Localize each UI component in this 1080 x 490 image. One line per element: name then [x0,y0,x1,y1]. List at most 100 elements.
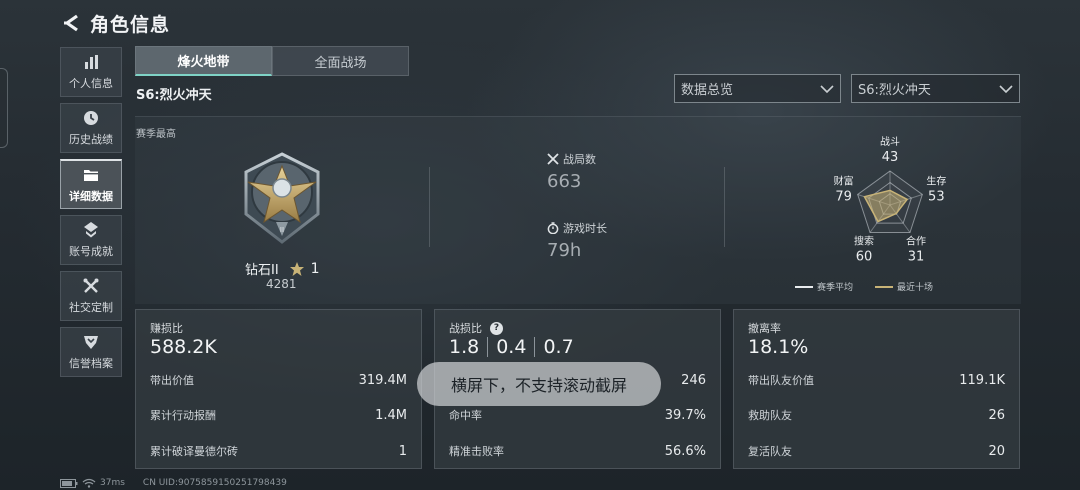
radar-axis-label: 搜索 [854,235,874,248]
chevron-down-icon [999,84,1013,93]
combat-label-row: 战损比 ? [449,320,503,336]
rank-star-count: 1 [310,260,320,277]
card-row: 累计破译曼德尔砖 1 [150,442,407,460]
history-clock-icon [84,111,98,125]
crossed-swords-icon [547,153,559,165]
card-row: 命中率 39.7% [449,406,706,424]
folder-icon [84,169,98,181]
edge-handle[interactable] [0,68,8,148]
row-value: 246 [681,372,706,388]
chevron-down-icon [820,84,834,93]
row-value: 56.6% [664,443,706,459]
chevron-left-icon[interactable] [62,13,82,33]
row-value: 1 [398,443,407,459]
sidebar-item-label: 社交定制 [69,301,113,314]
radar-axis-label: 战斗 [880,136,900,148]
row-label: 命中率 [449,409,482,422]
profit-label: 赚损比 [150,322,183,335]
card-row: 带出价值 319.4M [150,371,407,389]
ratio-separator [487,337,489,357]
matches-value: 663 [547,171,582,192]
combat-label: 战损比 [449,322,482,335]
row-value: 319.4M [358,372,407,388]
ratio-value: 1.8 [449,336,480,358]
row-label: 带出价值 [150,374,194,387]
status-footer: 37ms CN UID:9075859150251798439 [60,478,287,488]
legend-swatch-recent [875,285,894,288]
shield-icon [84,336,98,349]
view-select[interactable]: 数据总览 [674,74,841,103]
star-icon [289,261,304,276]
radar-chart: 战斗 43 生存 53 合作 31 搜索 60 财富 79 [834,136,947,265]
page-header: 角色信息 [62,10,170,36]
screenshot-toast: 横屏下，不支持滚动截屏 [417,362,661,406]
radar-axis-label: 生存 [926,174,946,187]
uid-text: CN UID:9075859150251798439 [142,478,287,488]
sidebar: 个人信息 历史战绩 详细数据 账号成就 社交定制 信誉档案 [60,47,122,383]
overview-panel: 赛季最高 II 钻石II 1 4281 战局数 663 游戏时长 79h 战斗 4… [135,116,1021,304]
battery-icon [60,478,78,488]
page-title: 角色信息 [90,13,171,36]
rank-badge-icon: II [244,152,320,244]
tab-full-battlefield[interactable]: 全面战场 [272,46,409,76]
combat-ratios: 1.8 0.4 0.7 [449,336,574,358]
profit-value: 588.2K [150,336,217,358]
sidebar-item-detailed-data[interactable]: 详细数据 [60,159,122,209]
help-icon[interactable]: ? [490,321,503,335]
sidebar-item-social[interactable]: 社交定制 [60,271,122,321]
tab-hazard-zone[interactable]: 烽火地带 [135,46,272,76]
row-label: 带出队友价值 [748,374,814,387]
legend-label-recent: 最近十场 [897,283,934,293]
row-label: 救助队友 [748,409,792,422]
row-label: 累计行动报酬 [150,409,216,422]
bar-chart-icon [85,55,98,69]
radar-axis-value: 31 [908,250,925,265]
divider [429,167,430,247]
achievement-icon [84,222,98,238]
radar-axis-value: 43 [882,150,899,165]
chart-legend: 赛季平均 最近十场 [795,280,933,293]
row-label: 复活队友 [748,445,792,458]
season-select[interactable]: S6:烈火冲天 [851,74,1020,103]
matches-stat: 战局数 663 [547,151,596,192]
row-label: 精准击败率 [449,445,504,458]
row-value: 1.4M [375,407,407,423]
extract-card: 撤离率 18.1% 带出队友价值 119.1K 救助队友 26 复活队友 20 [733,309,1020,469]
ratio-value: 0.7 [543,336,574,358]
sidebar-item-credit[interactable]: 信誉档案 [60,327,122,377]
extract-value: 18.1% [748,336,809,358]
profit-card: 赚损比 588.2K 带出价值 319.4M 累计行动报酬 1.4M 累计破译曼… [135,309,422,469]
season-select-value: S6:烈火冲天 [858,83,931,98]
sidebar-item-history[interactable]: 历史战绩 [60,103,122,153]
radar-axis-label: 合作 [906,235,926,248]
stopwatch-icon [547,222,559,234]
row-value: 20 [988,443,1005,459]
sidebar-item-label: 账号成就 [69,245,113,258]
ping-value: 37ms [100,478,125,488]
sidebar-item-achievements[interactable]: 账号成就 [60,215,122,265]
radar-axis-value: 53 [928,189,945,204]
season-best-label: 赛季最高 [136,129,176,140]
card-row: 复活队友 20 [748,442,1005,460]
ratio-value: 0.4 [496,336,527,358]
row-label: 累计破译曼德尔砖 [150,445,238,458]
svg-text:II: II [280,226,284,234]
sidebar-item-personal-info[interactable]: 个人信息 [60,47,122,97]
sidebar-item-label: 详细数据 [69,189,113,203]
matches-label: 战局数 [563,153,596,166]
card-row: 救助队友 26 [748,406,1005,424]
radar-axis-value: 79 [835,189,852,204]
season-title: S6:烈火冲天 [136,88,212,103]
rank-score: 4281 [266,277,297,291]
row-value: 119.1K [959,372,1005,388]
card-row: 累计行动报酬 1.4M [150,406,407,424]
mode-tabs: 烽火地带 全面战场 [135,46,409,76]
legend-swatch-season [795,285,813,288]
card-row: 精准击败率 56.6% [449,442,706,460]
view-select-value: 数据总览 [681,83,734,98]
divider [724,167,725,247]
rank-name: 钻石II [245,263,279,278]
legend-label-season: 赛季平均 [817,283,854,293]
radar-axis-label: 财富 [834,174,854,187]
playtime-stat: 游戏时长 79h [547,220,607,261]
